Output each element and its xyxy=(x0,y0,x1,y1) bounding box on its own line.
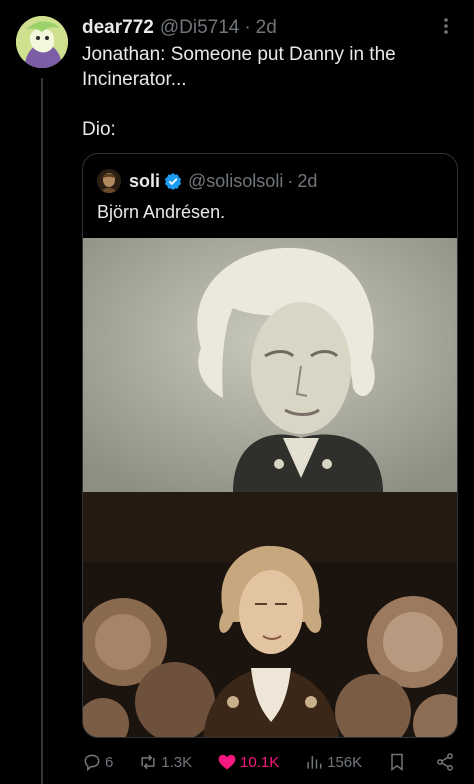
views-count: 156K xyxy=(327,753,363,771)
repost-button[interactable]: 1.3K xyxy=(138,752,192,772)
action-bar: 6 1.3K 10.1K 156K xyxy=(82,749,458,775)
reply-icon xyxy=(84,754,100,772)
repost-count: 1.3K xyxy=(161,753,193,771)
post-text: Jonathan: Someone put Danny in the Incin… xyxy=(82,44,396,140)
quote-separator-dot: · xyxy=(287,170,294,191)
reply-count: 6 xyxy=(105,753,114,771)
separator-dot: · xyxy=(244,17,251,38)
quote-avatar[interactable] xyxy=(97,169,121,193)
like-icon xyxy=(218,754,236,770)
bookmark-button[interactable] xyxy=(387,752,410,772)
repost-icon xyxy=(141,754,155,770)
like-button[interactable]: 10.1K xyxy=(217,752,279,772)
quote-image-portrait-sketch[interactable] xyxy=(83,238,457,492)
verified-icon xyxy=(164,172,182,190)
author-handle[interactable]: @Di5714 xyxy=(160,17,240,39)
views-icon xyxy=(307,756,322,769)
quote-image-roses-portrait[interactable] xyxy=(83,492,457,737)
quote-time[interactable]: 2d xyxy=(297,171,317,192)
quote-author-name[interactable]: soli xyxy=(129,171,160,192)
post-time[interactable]: 2d xyxy=(256,17,277,39)
bookmark-icon xyxy=(391,753,403,771)
post-header: dear772 @Di5714 · 2d xyxy=(82,16,458,40)
thread-line xyxy=(41,78,43,784)
like-count: 10.1K xyxy=(240,753,280,771)
author-name[interactable]: dear772 xyxy=(82,17,154,39)
views-button[interactable]: 156K xyxy=(304,752,362,772)
more-icon[interactable] xyxy=(436,16,456,40)
reply-button[interactable]: 6 xyxy=(82,752,113,772)
avatar[interactable] xyxy=(16,16,68,68)
share-button[interactable] xyxy=(435,752,458,772)
quoted-post[interactable]: soli @solisolsoli · 2d Björn Andrésen. xyxy=(82,153,458,738)
quote-header: soli @solisolsoli · 2d xyxy=(97,168,437,194)
quote-text: Björn Andrésen. xyxy=(97,202,226,222)
quote-author-handle[interactable]: @solisolsoli xyxy=(188,171,283,192)
share-icon xyxy=(437,753,453,771)
